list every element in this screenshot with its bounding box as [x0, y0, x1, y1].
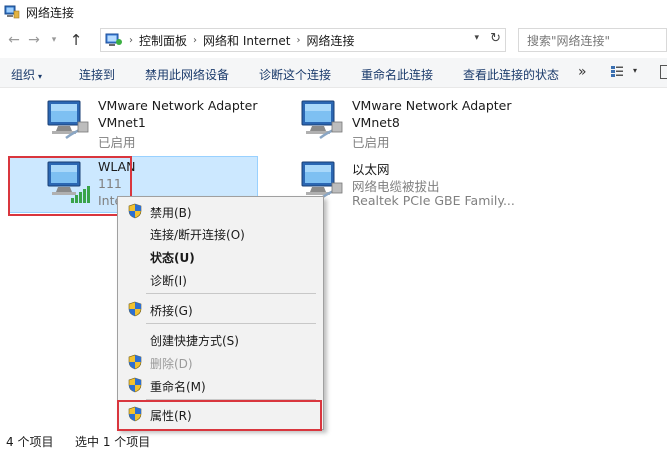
- organize-button[interactable]: 组织 ▾: [11, 66, 42, 83]
- command-bar: 组织 ▾ 连接到 禁用此网络设备 诊断这个连接 重命名此连接 查看此连接的状态 »…: [0, 58, 667, 88]
- menu-item-bridge[interactable]: 桥接(G): [118, 298, 323, 320]
- address-dropdown-chevron-icon[interactable]: ▾: [474, 33, 479, 43]
- adapter-name: VMware Network Adapter: [98, 98, 258, 113]
- diagnose-button[interactable]: 诊断这个连接: [259, 66, 331, 83]
- adapter-subtitle: VMnet1: [98, 115, 146, 130]
- context-menu: 禁用(B) 连接/断开连接(O) 状态(U) 诊断(I) 桥接(G) 创建快捷方…: [117, 196, 324, 430]
- menu-item-label: 重命名(M): [150, 380, 206, 394]
- menu-item-diagnose[interactable]: 诊断(I): [118, 268, 323, 290]
- up-button[interactable]: ↑: [66, 30, 86, 50]
- menu-item-label: 删除(D): [150, 357, 193, 371]
- adapter-ethernet[interactable]: 以太网 网络电缆被拔出 Realtek PCIe GBE Family...: [298, 159, 538, 211]
- menu-item-label: 连接/断开连接(O): [150, 228, 245, 242]
- change-view-icon[interactable]: [610, 64, 624, 78]
- menu-item-label: 创建快捷方式(S): [150, 334, 239, 348]
- adapter-subtitle: VMnet8: [352, 115, 400, 130]
- adapter-device: Realtek PCIe GBE Family...: [352, 193, 515, 208]
- connect-to-button[interactable]: 连接到: [79, 66, 115, 83]
- preview-pane-icon[interactable]: [660, 65, 667, 79]
- menu-separator: [146, 293, 316, 294]
- menu-item-disable[interactable]: 禁用(B): [118, 200, 323, 222]
- recent-locations-chevron-icon[interactable]: ▾: [44, 30, 64, 50]
- breadcrumb-control-panel[interactable]: 控制面板: [139, 32, 187, 49]
- address-bar[interactable]: › 控制面板 › 网络和 Internet › 网络连接 ▾ ↻: [100, 28, 506, 52]
- breadcrumb-network-internet[interactable]: 网络和 Internet: [203, 32, 290, 49]
- uac-shield-icon: [128, 377, 142, 393]
- adapter-vmnet1[interactable]: VMware Network Adapter VMnet1 已启用: [44, 98, 264, 150]
- chevron-down-icon: ▾: [38, 72, 43, 81]
- item-count: 4 个项目: [6, 435, 54, 449]
- annotation-box-wlan: [8, 156, 132, 216]
- more-commands-button[interactable]: »: [578, 64, 587, 80]
- adapter-vmnet8[interactable]: VMware Network Adapter VMnet8 已启用: [298, 98, 538, 150]
- navigation-bar: ← → ▾ ↑ › 控制面板 › 网络和 Internet › 网络连接 ▾ ↻…: [0, 24, 667, 56]
- view-status-button[interactable]: 查看此连接的状态: [463, 66, 559, 83]
- forward-button[interactable]: →: [24, 30, 44, 50]
- search-input[interactable]: 搜索"网络连接": [518, 28, 667, 52]
- selected-count: 选中 1 个项目: [75, 435, 151, 449]
- title-bar: 网络连接: [0, 0, 667, 24]
- breadcrumb-separator-icon[interactable]: ›: [296, 35, 300, 46]
- network-adapter-icon: [298, 98, 346, 142]
- adapter-status: 已启用: [352, 135, 390, 150]
- breadcrumb-separator-icon[interactable]: ›: [129, 35, 133, 46]
- menu-item-label: 桥接(G): [150, 304, 193, 318]
- menu-item-create-shortcut[interactable]: 创建快捷方式(S): [118, 328, 323, 350]
- menu-item-rename[interactable]: 重命名(M): [118, 374, 323, 396]
- network-adapter-icon: [44, 98, 92, 142]
- uac-shield-icon: [128, 301, 142, 317]
- menu-item-delete: 删除(D): [118, 351, 323, 373]
- breadcrumb-separator-icon[interactable]: ›: [193, 35, 197, 46]
- annotation-box-properties: [117, 400, 322, 431]
- window-title: 网络连接: [26, 5, 75, 20]
- rename-button[interactable]: 重命名此连接: [361, 66, 433, 83]
- refresh-icon[interactable]: ↻: [490, 31, 501, 46]
- menu-item-label: 禁用(B): [150, 206, 192, 220]
- organize-label: 组织: [11, 68, 36, 82]
- menu-item-status[interactable]: 状态(U): [118, 245, 323, 267]
- control-panel-icon: [105, 32, 123, 48]
- uac-shield-icon: [128, 354, 142, 370]
- menu-item-connect-disconnect[interactable]: 连接/断开连接(O): [118, 222, 323, 244]
- uac-shield-icon: [128, 203, 142, 219]
- adapter-status: 已启用: [98, 135, 136, 150]
- menu-item-label: 状态(U): [150, 251, 195, 265]
- back-button[interactable]: ←: [4, 30, 24, 50]
- adapter-name: VMware Network Adapter: [352, 98, 512, 113]
- status-bar: 4 个项目 选中 1 个项目: [0, 430, 667, 449]
- menu-separator: [146, 323, 316, 324]
- breadcrumb-network-connections[interactable]: 网络连接: [306, 32, 354, 49]
- network-connections-app-icon: [4, 4, 20, 20]
- disable-device-button[interactable]: 禁用此网络设备: [145, 66, 229, 83]
- view-options-chevron-icon[interactable]: ▾: [633, 66, 637, 75]
- menu-item-label: 诊断(I): [150, 274, 187, 288]
